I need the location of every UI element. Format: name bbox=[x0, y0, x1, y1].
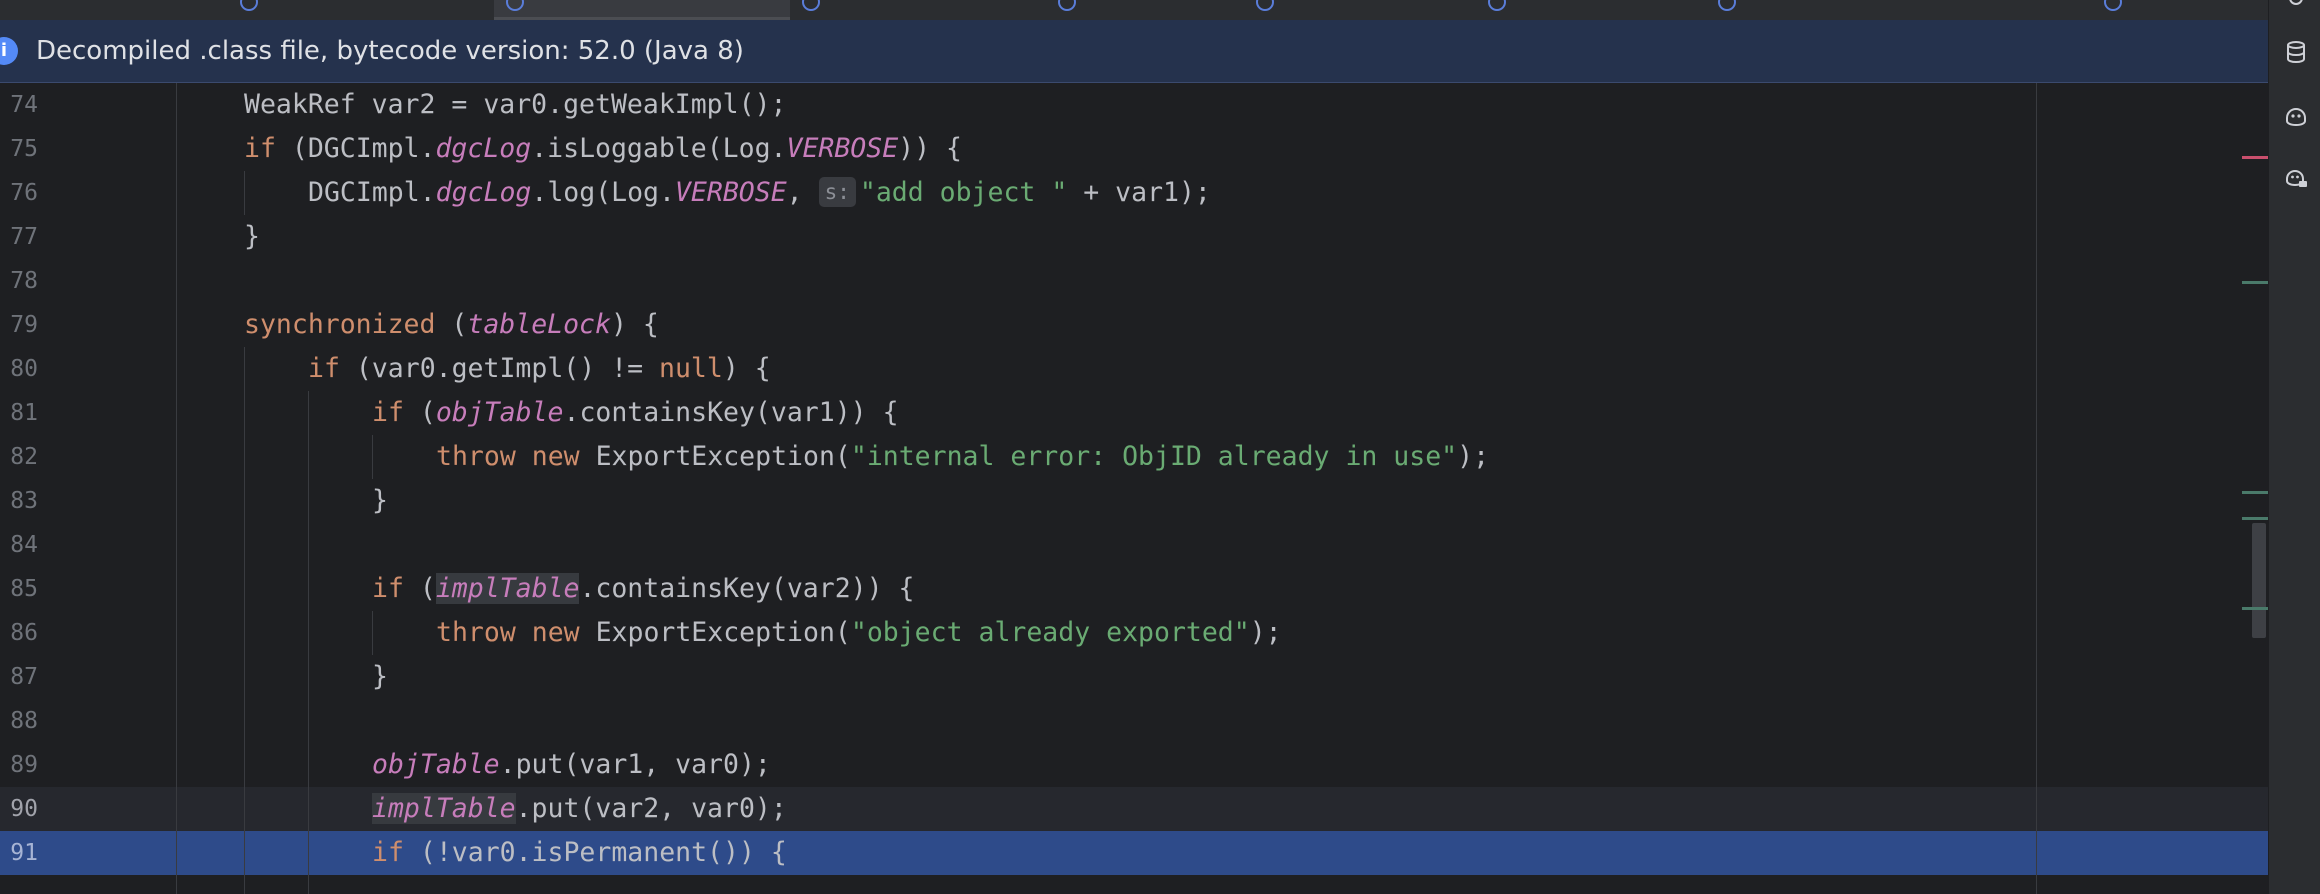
indent-guide bbox=[372, 435, 373, 479]
tab-9[interactable] bbox=[2104, 0, 2142, 20]
error-stripe-marker[interactable] bbox=[2242, 156, 2268, 159]
decompiled-banner: i Decompiled .class file, bytecode versi… bbox=[0, 20, 2268, 83]
class-icon bbox=[2104, 0, 2122, 11]
indent-guide bbox=[176, 83, 177, 894]
code-text: throw new ExportException("internal erro… bbox=[436, 441, 1490, 472]
line-number: 85 bbox=[10, 576, 38, 602]
code-text: implTable.put(var2, var0); bbox=[372, 793, 787, 824]
line-number: 81 bbox=[10, 400, 38, 426]
class-icon bbox=[1256, 0, 1274, 11]
tab-3[interactable] bbox=[494, 0, 790, 20]
line-number: 86 bbox=[10, 620, 38, 646]
parameter-hint: s: bbox=[818, 177, 856, 207]
notifications-icon[interactable] bbox=[2284, 0, 2308, 10]
line-number: 83 bbox=[10, 488, 38, 514]
tab-4[interactable] bbox=[792, 0, 1052, 20]
indent-guide bbox=[244, 347, 245, 894]
change-stripe-marker[interactable] bbox=[2242, 517, 2268, 520]
code-line[interactable]: 84 bbox=[0, 523, 2268, 567]
class-icon bbox=[506, 0, 524, 11]
code-text: if (implTable.containsKey(var2)) { bbox=[372, 573, 915, 604]
line-number: 87 bbox=[10, 664, 38, 690]
code-text: if (objTable.containsKey(var1)) { bbox=[372, 397, 899, 428]
tab-8[interactable] bbox=[1712, 0, 2102, 20]
code-text: if (var0.getImpl() != null) { bbox=[308, 353, 771, 384]
line-number: 76 bbox=[10, 180, 38, 206]
indent-guide bbox=[308, 391, 309, 894]
code-line[interactable]: 83 } bbox=[0, 479, 2268, 523]
line-number: 90 bbox=[10, 796, 38, 822]
code-text: if (DGCImpl.dgcLog.isLoggable(Log.VERBOS… bbox=[244, 133, 962, 164]
line-number: 78 bbox=[10, 268, 38, 294]
caret-line[interactable]: 90 implTable.put(var2, var0); bbox=[0, 787, 2268, 831]
code-text: throw new ExportException("object alread… bbox=[436, 617, 1282, 648]
code-text: objTable.put(var1, var0); bbox=[372, 749, 771, 780]
code-line[interactable]: 80 if (var0.getImpl() != null) { bbox=[0, 347, 2268, 391]
line-number: 82 bbox=[10, 444, 38, 470]
tab-5[interactable] bbox=[1054, 0, 1254, 20]
class-icon bbox=[802, 0, 820, 11]
class-icon bbox=[1058, 0, 1076, 11]
copilot-icon[interactable] bbox=[2284, 104, 2308, 128]
indent-guide bbox=[372, 611, 373, 655]
code-text: } bbox=[244, 221, 260, 252]
class-icon bbox=[1718, 0, 1736, 11]
line-number: 88 bbox=[10, 708, 38, 734]
code-text: } bbox=[372, 485, 388, 516]
copilot-chat-icon[interactable] bbox=[2284, 166, 2308, 190]
code-line[interactable]: 74 WeakRef var2 = var0.getWeakImpl(); bbox=[0, 83, 2268, 127]
code-editor[interactable]: 74 WeakRef var2 = var0.getWeakImpl(); 75… bbox=[0, 83, 2268, 894]
banner-text: Decompiled .class file, bytecode version… bbox=[36, 36, 744, 66]
line-number: 79 bbox=[10, 312, 38, 338]
code-line[interactable]: 85 if (implTable.containsKey(var2)) { bbox=[0, 567, 2268, 611]
code-text: if (!var0.isPermanent()) { bbox=[372, 837, 787, 868]
code-line[interactable]: 79 synchronized (tableLock) { bbox=[0, 303, 2268, 347]
code-line[interactable]: 88 bbox=[0, 699, 2268, 743]
right-margin-guide bbox=[2036, 83, 2037, 894]
change-stripe-marker[interactable] bbox=[2242, 281, 2268, 284]
tab-7[interactable] bbox=[1488, 0, 1710, 20]
editor-tab-strip bbox=[0, 0, 2268, 21]
code-line[interactable]: 78 bbox=[0, 259, 2268, 303]
code-text: synchronized (tableLock) { bbox=[244, 309, 659, 340]
code-line[interactable]: 76 DGCImpl.dgcLog.log(Log.VERBOSE, s: "ad… bbox=[0, 171, 2268, 215]
code-line[interactable]: 82 throw new ExportException("internal e… bbox=[0, 435, 2268, 479]
code-line[interactable]: 86 throw new ExportException("object alr… bbox=[0, 611, 2268, 655]
line-number: 84 bbox=[10, 532, 38, 558]
line-number: 75 bbox=[10, 136, 38, 162]
line-number: 74 bbox=[10, 92, 38, 118]
change-stripe-marker[interactable] bbox=[2242, 607, 2268, 610]
line-number: 89 bbox=[10, 752, 38, 778]
line-number: 91 bbox=[10, 840, 38, 866]
code-line[interactable]: 81 if (objTable.containsKey(var1)) { bbox=[0, 391, 2268, 435]
code-line[interactable]: 75 if (DGCImpl.dgcLog.isLoggable(Log.VER… bbox=[0, 127, 2268, 171]
tab-6[interactable] bbox=[1256, 0, 1486, 20]
right-tool-bar bbox=[2268, 0, 2320, 894]
indent-guide bbox=[244, 171, 245, 215]
scrollbar-thumb[interactable] bbox=[2252, 523, 2266, 638]
code-line[interactable]: 89 objTable.put(var1, var0); bbox=[0, 743, 2268, 787]
info-icon: i bbox=[0, 37, 18, 65]
change-stripe-marker[interactable] bbox=[2242, 491, 2268, 494]
tab-2[interactable] bbox=[232, 0, 492, 20]
code-line-partial[interactable] bbox=[0, 875, 2268, 894]
code-text: } bbox=[372, 661, 388, 692]
selected-line[interactable]: 91 if (!var0.isPermanent()) { bbox=[0, 831, 2268, 875]
class-icon bbox=[1488, 0, 1506, 11]
code-text: WeakRef var2 = var0.getWeakImpl(); bbox=[244, 89, 787, 120]
code-line[interactable]: 87 } bbox=[0, 655, 2268, 699]
code-text: DGCImpl.dgcLog.log(Log.VERBOSE, s: "add o… bbox=[308, 177, 1211, 208]
line-number: 77 bbox=[10, 224, 38, 250]
line-number: 80 bbox=[10, 356, 38, 382]
class-icon bbox=[240, 0, 258, 11]
database-icon[interactable] bbox=[2284, 40, 2308, 64]
code-line[interactable]: 77 } bbox=[0, 215, 2268, 259]
tab-1[interactable] bbox=[120, 0, 230, 20]
